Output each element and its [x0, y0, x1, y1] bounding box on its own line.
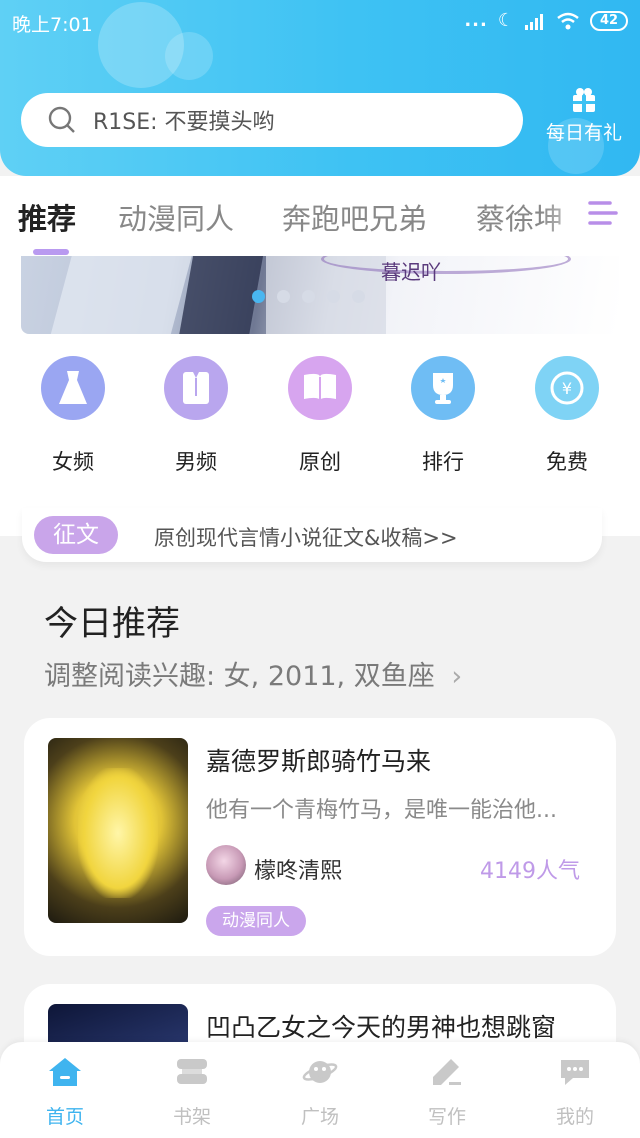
header: 晚上7:01 ... ☾ 42 R1SE: 不要摸头哟 每日有礼 [0, 0, 640, 176]
book-description: 他有一个青梅竹马，是唯一能治他... [206, 798, 557, 823]
book-title: 嘉德罗斯郎骑竹马来 [206, 747, 432, 776]
category-tabs: 推荐 动漫同人 奔跑吧兄弟 蔡徐坤 [0, 176, 640, 256]
nav-label: 首页 [45, 1106, 84, 1128]
book-title: 凹凸乙女之今天的男神也想跳窗 [206, 1013, 557, 1042]
daily-gift-button[interactable]: 每日有礼 [542, 86, 626, 156]
status-bar: 晚上7:01 ... ☾ 42 [0, 0, 640, 44]
battery-icon: 42 [590, 10, 628, 31]
nav-plaza[interactable]: 广场 [275, 1054, 365, 1129]
contest-notice[interactable]: 征文 原创现代言情小说征文&收稿>> [22, 508, 602, 562]
tab-recommend[interactable]: 推荐 [18, 196, 76, 238]
daily-gift-label: 每日有礼 [545, 122, 622, 144]
author-avatar [206, 845, 246, 885]
chevron-right-icon: › [451, 661, 463, 692]
carousel-dot[interactable] [302, 290, 315, 303]
section-title: 今日推荐 [44, 604, 180, 644]
category-shortcuts: 女频 男频 原创 排行 ¥ 免费 [0, 336, 640, 536]
more-dots-icon: ... [464, 10, 488, 31]
bookshelf-icon [172, 1054, 212, 1090]
search-icon [48, 106, 75, 133]
planet-icon [300, 1054, 340, 1090]
nav-label: 广场 [300, 1106, 339, 1128]
nav-bookshelf[interactable]: 书架 [147, 1054, 237, 1129]
tab-anime-fanfic[interactable]: 动漫同人 [118, 196, 234, 238]
reading-interest-text: 调整阅读兴趣: 女, 2011, 双鱼座 [44, 661, 435, 692]
nav-me[interactable]: 我的 [530, 1054, 620, 1129]
category-label: 免费 [546, 450, 588, 474]
svg-text:¥: ¥ [562, 379, 572, 398]
nav-label: 书架 [172, 1106, 211, 1128]
chat-icon [555, 1054, 595, 1090]
nav-home[interactable]: 首页 [20, 1054, 110, 1129]
signal-icon [525, 13, 543, 30]
carousel-dot[interactable] [252, 290, 265, 303]
tab-indicator [33, 249, 69, 255]
shirt-icon [164, 356, 228, 420]
search-bar[interactable]: R1SE: 不要摸头哟 [21, 93, 523, 147]
reading-interest-link[interactable]: 调整阅读兴趣: 女, 2011, 双鱼座 › [44, 654, 462, 693]
banner-title: 暮迟吖 [381, 260, 441, 284]
category-label: 女频 [52, 450, 94, 474]
category-label: 原创 [299, 450, 341, 474]
nav-write[interactable]: 写作 [402, 1054, 492, 1129]
author-name: 檬咚清熙 [254, 859, 343, 884]
wifi-icon [557, 12, 579, 29]
coin-icon: ¥ [535, 356, 599, 420]
nav-label: 我的 [555, 1106, 594, 1128]
category-label: 男频 [175, 450, 217, 474]
moon-icon: ☾ [497, 10, 514, 31]
carousel-dots [252, 290, 365, 303]
dress-icon [41, 356, 105, 420]
carousel-dot[interactable] [327, 290, 340, 303]
carousel-dot[interactable] [352, 290, 365, 303]
book-cover [48, 738, 188, 923]
contest-badge: 征文 [34, 516, 118, 554]
tab-menu-icon[interactable] [584, 194, 624, 234]
bottom-nav: 首页 书架 广场 写作 我的 [0, 1042, 640, 1138]
banner-art [47, 256, 195, 334]
gift-icon [573, 88, 595, 112]
book-tag[interactable]: 动漫同人 [206, 906, 306, 936]
popularity-count: 4149人气 [480, 859, 580, 884]
search-placeholder: R1SE: 不要摸头哟 [93, 110, 275, 135]
nav-label: 写作 [427, 1106, 466, 1128]
book-cover-art [78, 768, 158, 898]
category-female[interactable]: 女频 [28, 356, 118, 476]
pen-icon [427, 1054, 467, 1090]
contest-text: 原创现代言情小说征文&收稿>> [154, 526, 458, 550]
status-time: 晚上7:01 [12, 14, 93, 36]
home-icon [45, 1054, 85, 1090]
book-icon [288, 356, 352, 420]
category-original[interactable]: 原创 [275, 356, 365, 476]
category-male[interactable]: 男频 [151, 356, 241, 476]
trophy-icon [411, 356, 475, 420]
tab-running-man[interactable]: 奔跑吧兄弟 [282, 196, 427, 238]
category-label: 排行 [422, 450, 464, 474]
category-free[interactable]: ¥ 免费 [522, 356, 612, 476]
carousel-dot[interactable] [277, 290, 290, 303]
category-ranking[interactable]: 排行 [398, 356, 488, 476]
book-card[interactable]: 嘉德罗斯郎骑竹马来 他有一个青梅竹马，是唯一能治他... 檬咚清熙 4149人气… [24, 718, 616, 956]
